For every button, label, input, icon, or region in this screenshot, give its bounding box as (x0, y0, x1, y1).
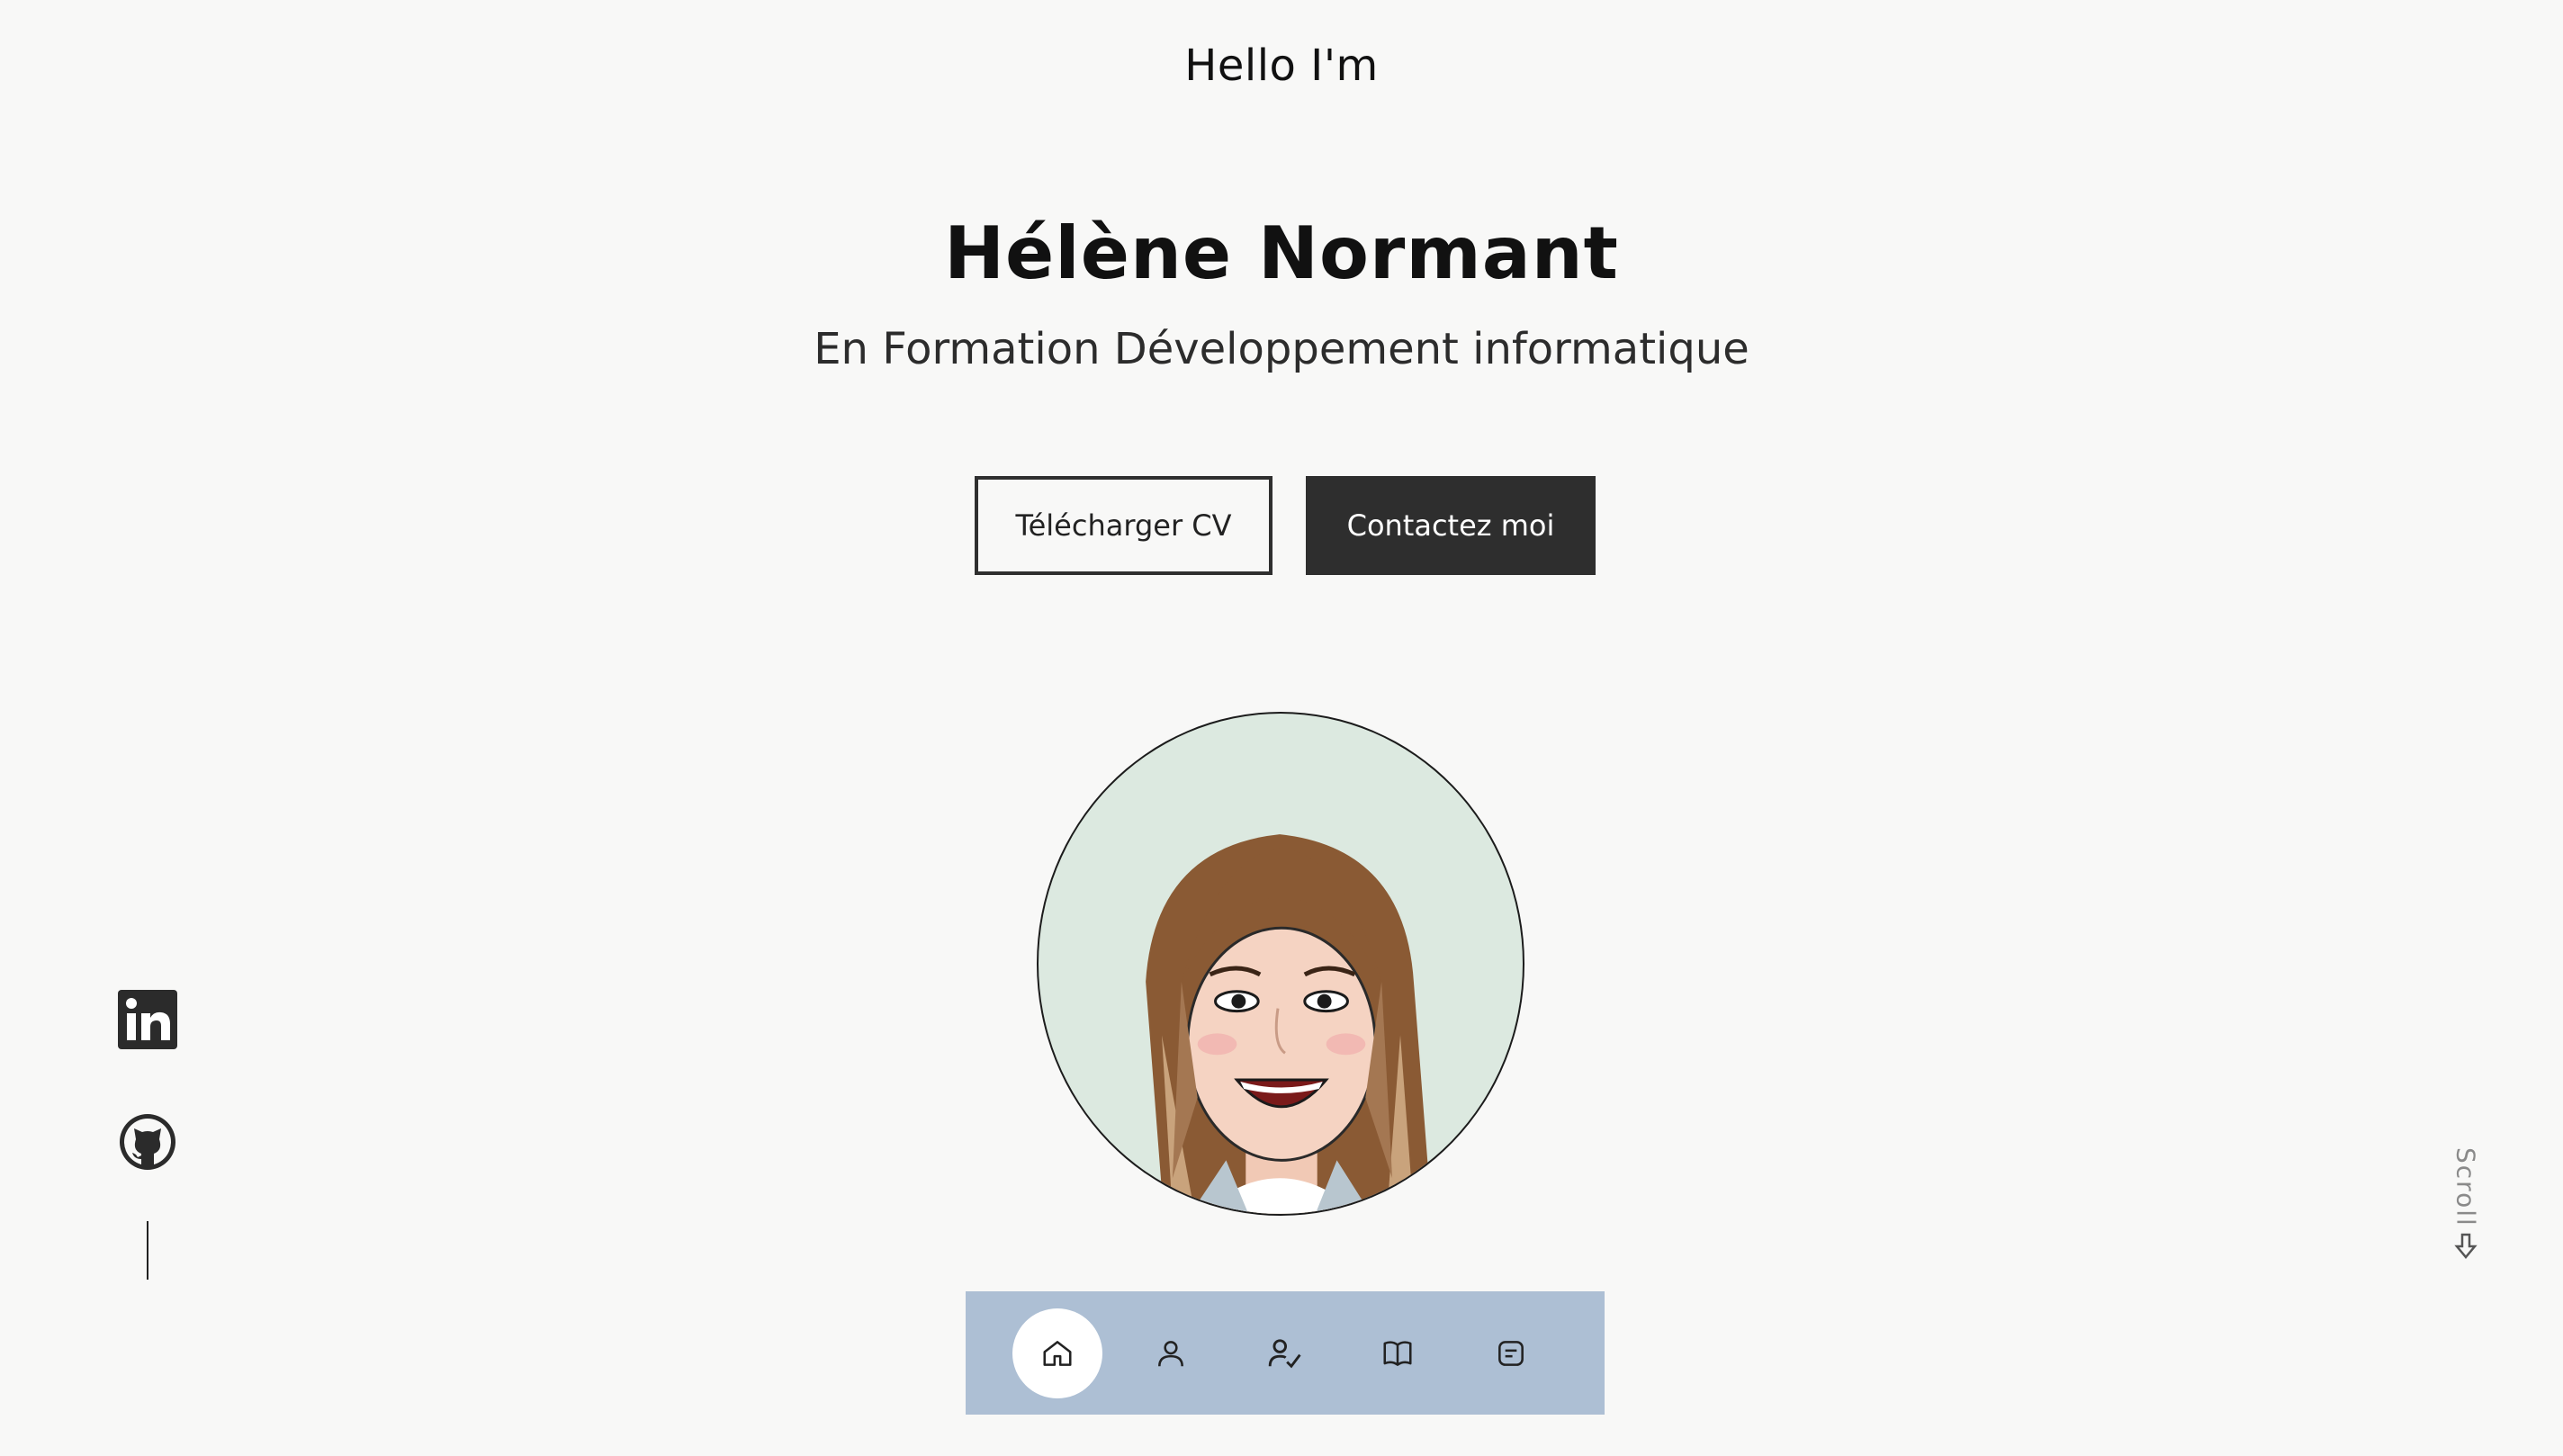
contact-label: Contactez moi (1346, 508, 1555, 543)
arrow-down-icon (2454, 1233, 2478, 1259)
github-link[interactable] (118, 1112, 177, 1172)
scroll-label: Scroll (2451, 1147, 2481, 1227)
book-icon (1383, 1340, 1412, 1366)
greeting: Hello I'm (1184, 40, 1379, 91)
download-cv-button[interactable]: Télécharger CV (975, 476, 1273, 575)
download-cv-label: Télécharger CV (1015, 508, 1232, 543)
linkedin-icon (118, 990, 177, 1049)
nav-item-portfolio[interactable] (1353, 1308, 1443, 1398)
hero-subtitle: En Formation Développement informatique (814, 324, 1749, 374)
user-check-icon (1268, 1338, 1301, 1368)
hero-name: Hélène Normant (944, 211, 1619, 295)
contact-button[interactable]: Contactez moi (1306, 476, 1596, 575)
avatar-illustration (1146, 834, 1432, 1214)
user-icon (1158, 1340, 1183, 1366)
github-icon (120, 1114, 175, 1170)
message-icon (1498, 1340, 1524, 1366)
social-divider-line (147, 1221, 148, 1280)
avatar (1037, 712, 1524, 1216)
nav-item-experience[interactable] (1239, 1308, 1329, 1398)
nav-item-about[interactable] (1126, 1308, 1216, 1398)
home-icon (1043, 1340, 1072, 1366)
page: Hello I'm Hélène Normant En Formation Dé… (0, 0, 2563, 1456)
linkedin-link[interactable] (118, 990, 177, 1049)
scroll-indicator[interactable]: Scroll (2443, 1147, 2488, 1260)
nav-item-home[interactable] (1012, 1308, 1102, 1398)
nav-item-contact[interactable] (1466, 1308, 1556, 1398)
bottom-navbar (966, 1291, 1605, 1415)
